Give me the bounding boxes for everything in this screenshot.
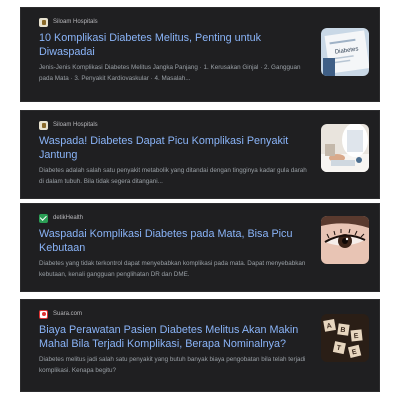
result-title-link[interactable]: Waspada! Diabetes Dapat Picu Komplikasi … [39,134,311,162]
diabetes-letter-blocks-thumbnail-icon[interactable]: A B E T E [321,314,369,362]
result-title-link[interactable]: Biaya Perawatan Pasien Diabetes Melitus … [39,323,311,351]
suara-favicon-icon [39,309,48,319]
result-source-row: Suara.com [39,308,369,320]
diabetes-paper-thumbnail-icon[interactable]: Diabetes [321,28,369,76]
search-result-card[interactable]: Siloam Hospitals Waspada! Diabetes Dapat… [20,110,380,199]
result-source: Siloam Hospitals [53,122,98,128]
result-source-row: detikHealth [39,212,369,224]
result-source-row: Siloam Hospitals [39,16,369,28]
search-result-card[interactable]: Suara.com Biaya Perawatan Pasien Diabete… [20,299,380,392]
result-title-link[interactable]: 10 Komplikasi Diabetes Melitus, Penting … [39,31,311,59]
search-result-card[interactable]: detikHealth Waspadai Komplikasi Diabetes… [20,203,380,292]
result-title-link[interactable]: Waspadai Komplikasi Diabetes pada Mata, … [39,227,311,255]
result-snippet: Diabetes adalah salah satu penyakit meta… [39,167,307,185]
result-snippet: Diabetes yang tidak terkontrol dapat men… [39,260,306,278]
doctor-consultation-thumbnail-icon[interactable] [321,124,369,172]
search-result-card[interactable]: Siloam Hospitals 10 Komplikasi Diabetes … [20,7,380,102]
result-source: detikHealth [53,215,84,221]
eye-closeup-thumbnail-icon[interactable] [321,216,369,264]
siloam-favicon-icon [39,120,48,130]
result-snippet: Diabetes melitus jadi salah satu penyaki… [39,356,306,374]
result-source-row: Siloam Hospitals [39,119,369,131]
result-snippet: Jenis-Jenis Komplikasi Diabetes Melitus … [39,64,301,82]
result-source: Siloam Hospitals [53,19,98,25]
letter-block: B [340,327,346,335]
search-results-list: Siloam Hospitals 10 Komplikasi Diabetes … [0,0,400,400]
result-source: Suara.com [53,311,83,317]
detikhealth-favicon-icon [39,213,48,223]
siloam-favicon-icon [39,17,48,27]
